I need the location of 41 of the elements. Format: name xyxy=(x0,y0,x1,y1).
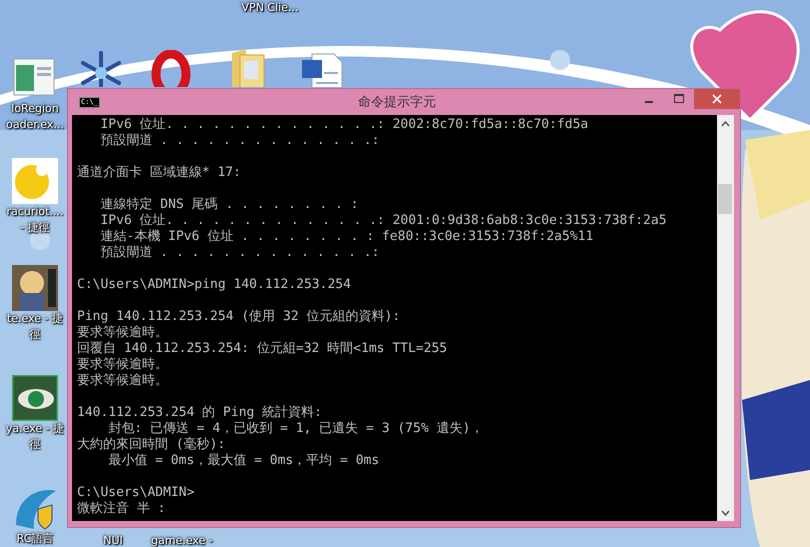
console-line: 要求等候逾時。 xyxy=(77,325,169,341)
close-button[interactable] xyxy=(694,89,740,109)
ime-status: 微軟注音 半 : xyxy=(77,501,166,517)
minimize-icon xyxy=(645,101,653,103)
scroll-thumb[interactable] xyxy=(718,184,732,214)
maximize-icon xyxy=(674,94,684,104)
console-line: 通道介面卡 區域連線* 17: xyxy=(77,165,242,181)
icon-label: 徑 xyxy=(30,327,40,343)
character-icon[interactable] xyxy=(12,265,58,311)
console-line: 要求等候逾時。 xyxy=(77,373,169,389)
console-line: Ping 140.112.253.254 (使用 32 位元組的資料): xyxy=(77,309,402,325)
console-line: 預設閘道 . . . . . . . . . . . . . .: xyxy=(99,133,380,149)
console-line: C:\Users\ADMIN> xyxy=(77,485,196,501)
eye-icon[interactable] xyxy=(12,375,58,421)
console-line: 要求等候逾時。 xyxy=(77,357,169,373)
console-line: C:\Users\ADMIN>ping 140.112.253.254 xyxy=(77,277,352,293)
icon-label: oader.ex... xyxy=(6,117,64,133)
close-icon xyxy=(712,94,722,104)
icon-label: RC語言 xyxy=(16,531,54,547)
console-line: IPv6 位址. . . . . . . . . . . . . .: 2002:8c70:fd5a::8c70:fd5a xyxy=(99,117,590,133)
console-line: IPv6 位址. . . . . . . . . . . . . .: 2001:0:9d38:6ab8:3c0e:3153:738f:2a5 xyxy=(99,213,668,229)
icon-label: game.exe - xyxy=(151,533,213,547)
console-line: 預設閘道 . . . . . . . . . . . . . .: xyxy=(99,245,380,261)
icon-label: - 捷徑 xyxy=(20,220,50,236)
console-line: 回覆自 140.112.253.254: 位元組=32 時間<1ms TTL=255 xyxy=(77,341,448,357)
icon-label: loRegion xyxy=(11,101,59,117)
window-title: 命令提示字元 xyxy=(356,94,437,111)
console-line: 140.112.253.254 的 Ping 統計資料: xyxy=(77,405,324,421)
console-line: 封包: 已傳送 = 4，已收到 = 1, 已遺失 = 3 (75% 遺失)， xyxy=(107,421,484,437)
icon-label: 徑 xyxy=(30,437,40,453)
console-line: 連結-本機 IPv6 位址 . . . . . . . . : fe80::3c0e:3153:738f:2a5%11 xyxy=(99,229,594,245)
icon-label: NUI xyxy=(103,533,123,547)
scrollbar[interactable] xyxy=(717,115,734,521)
snowflake-icon[interactable] xyxy=(78,50,124,87)
console-line: 最小值 = 0ms，最大值 = 0ms，平均 = 0ms xyxy=(107,453,380,469)
icon-label: racuriot.... xyxy=(6,204,64,220)
icon-label: VPN Clie... xyxy=(242,0,298,16)
console-line: 連線特定 DNS 尾碼 . . . . . . . . : xyxy=(99,197,360,213)
console-line: 大約的來回時間 (毫秒): xyxy=(77,437,226,453)
icon-label: ya.exe - 捷 xyxy=(6,421,64,437)
icon-label: te.exe - 捷 xyxy=(6,311,64,327)
